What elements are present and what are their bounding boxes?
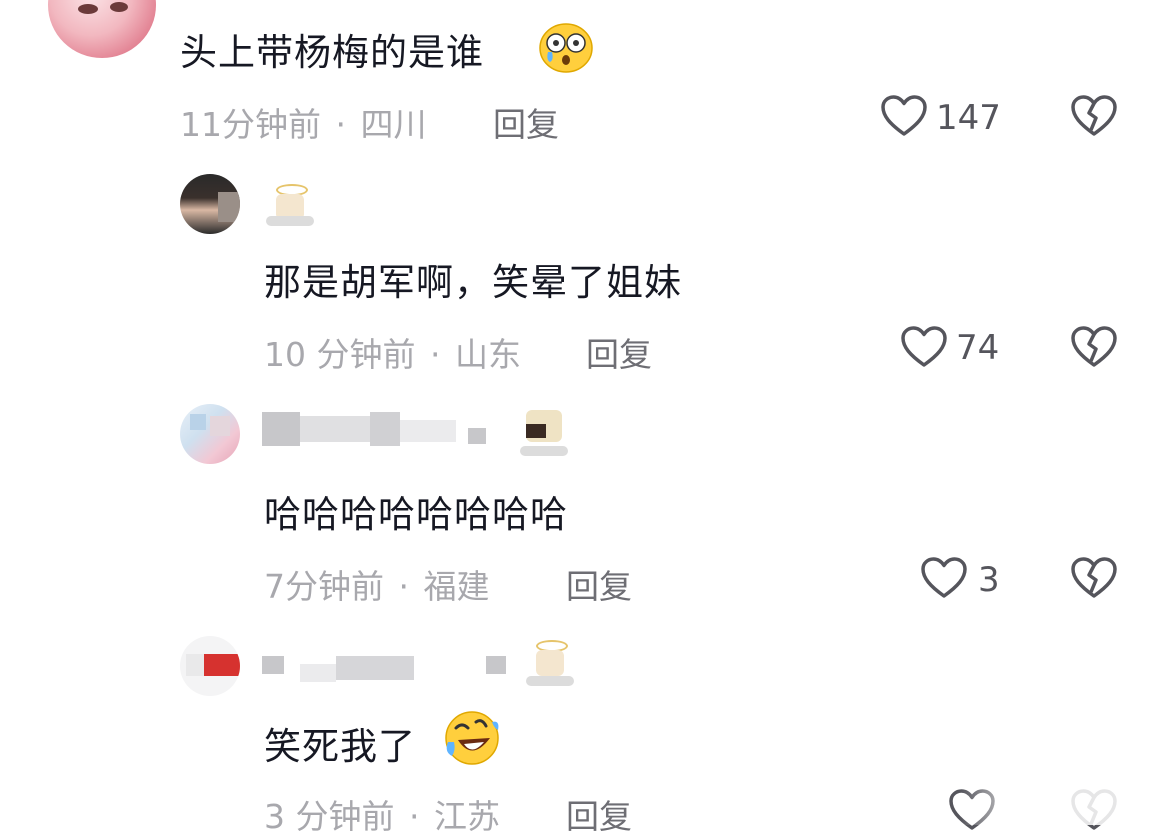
timestamp: 3 分钟前 — [264, 797, 395, 836]
comment-meta: 11分钟前 · 四川 — [180, 98, 427, 146]
like-count: 74 — [956, 328, 1000, 368]
meta-separator: · — [429, 335, 441, 374]
comment-text: 哈哈哈哈哈哈哈哈 — [264, 493, 568, 536]
heart-icon[interactable] — [880, 94, 928, 138]
like-count: 3 — [978, 560, 1000, 600]
avatar-mosaic — [204, 654, 240, 676]
meta-separator: · — [335, 105, 347, 144]
username-mosaic — [262, 656, 284, 674]
broken-heart-icon[interactable] — [1070, 94, 1118, 138]
user-badge — [516, 406, 572, 460]
avatar-mosaic — [218, 192, 240, 222]
timestamp: 10 分钟前 — [264, 335, 416, 374]
rolling-laughing-emoji-icon — [445, 711, 499, 765]
reply-button[interactable]: 回复 — [493, 98, 559, 146]
comment-meta: 10 分钟前 · 山东 — [264, 328, 521, 376]
location: 福建 — [423, 567, 490, 606]
comment-text: 那是胡军啊，笑晕了姐妹 — [264, 261, 682, 304]
meta-separator: · — [409, 797, 420, 836]
timestamp: 11分钟前 — [180, 105, 321, 144]
user-badge — [522, 636, 578, 690]
avatar-mosaic — [186, 654, 204, 676]
comment-text: 头上带杨梅的是谁 — [180, 31, 484, 74]
meta-separator: · — [398, 567, 410, 606]
avatar[interactable] — [180, 174, 240, 234]
username-mosaic — [400, 420, 456, 442]
heart-icon[interactable] — [900, 325, 948, 369]
avatar-mosaic — [190, 414, 206, 430]
avatar-face-detail — [78, 4, 98, 14]
timestamp: 7分钟前 — [264, 567, 384, 606]
like-count: 147 — [936, 98, 1001, 138]
username-mosaic — [300, 664, 336, 682]
location: 四川 — [360, 105, 427, 144]
username-mosaic — [468, 428, 486, 444]
location: 江苏 — [434, 797, 500, 836]
avatar[interactable] — [180, 636, 240, 696]
username-mosaic — [262, 412, 300, 446]
heart-icon[interactable] — [920, 556, 968, 600]
avatar-face-detail — [110, 2, 128, 12]
reply-button[interactable]: 回复 — [566, 790, 632, 838]
username-mosaic — [370, 412, 400, 446]
user-badge — [262, 180, 318, 228]
avatar-mosaic — [210, 416, 230, 436]
avatar[interactable] — [48, 0, 156, 58]
location: 山东 — [454, 335, 521, 374]
scared-tear-emoji-icon — [539, 23, 593, 73]
broken-heart-icon[interactable] — [1070, 325, 1118, 369]
reply-button[interactable]: 回复 — [586, 328, 652, 376]
broken-heart-icon[interactable] — [1070, 556, 1118, 600]
comment-text: 笑死我了 — [264, 725, 416, 768]
username-mosaic — [300, 416, 370, 442]
comment-meta: 3 分钟前 · 江苏 — [264, 790, 500, 838]
username-mosaic — [486, 656, 506, 674]
username-mosaic — [336, 656, 414, 680]
watermark-overlay — [960, 782, 1170, 825]
avatar[interactable] — [180, 404, 240, 464]
comment-meta: 7分钟前 · 福建 — [264, 560, 490, 608]
reply-button[interactable]: 回复 — [566, 560, 632, 608]
